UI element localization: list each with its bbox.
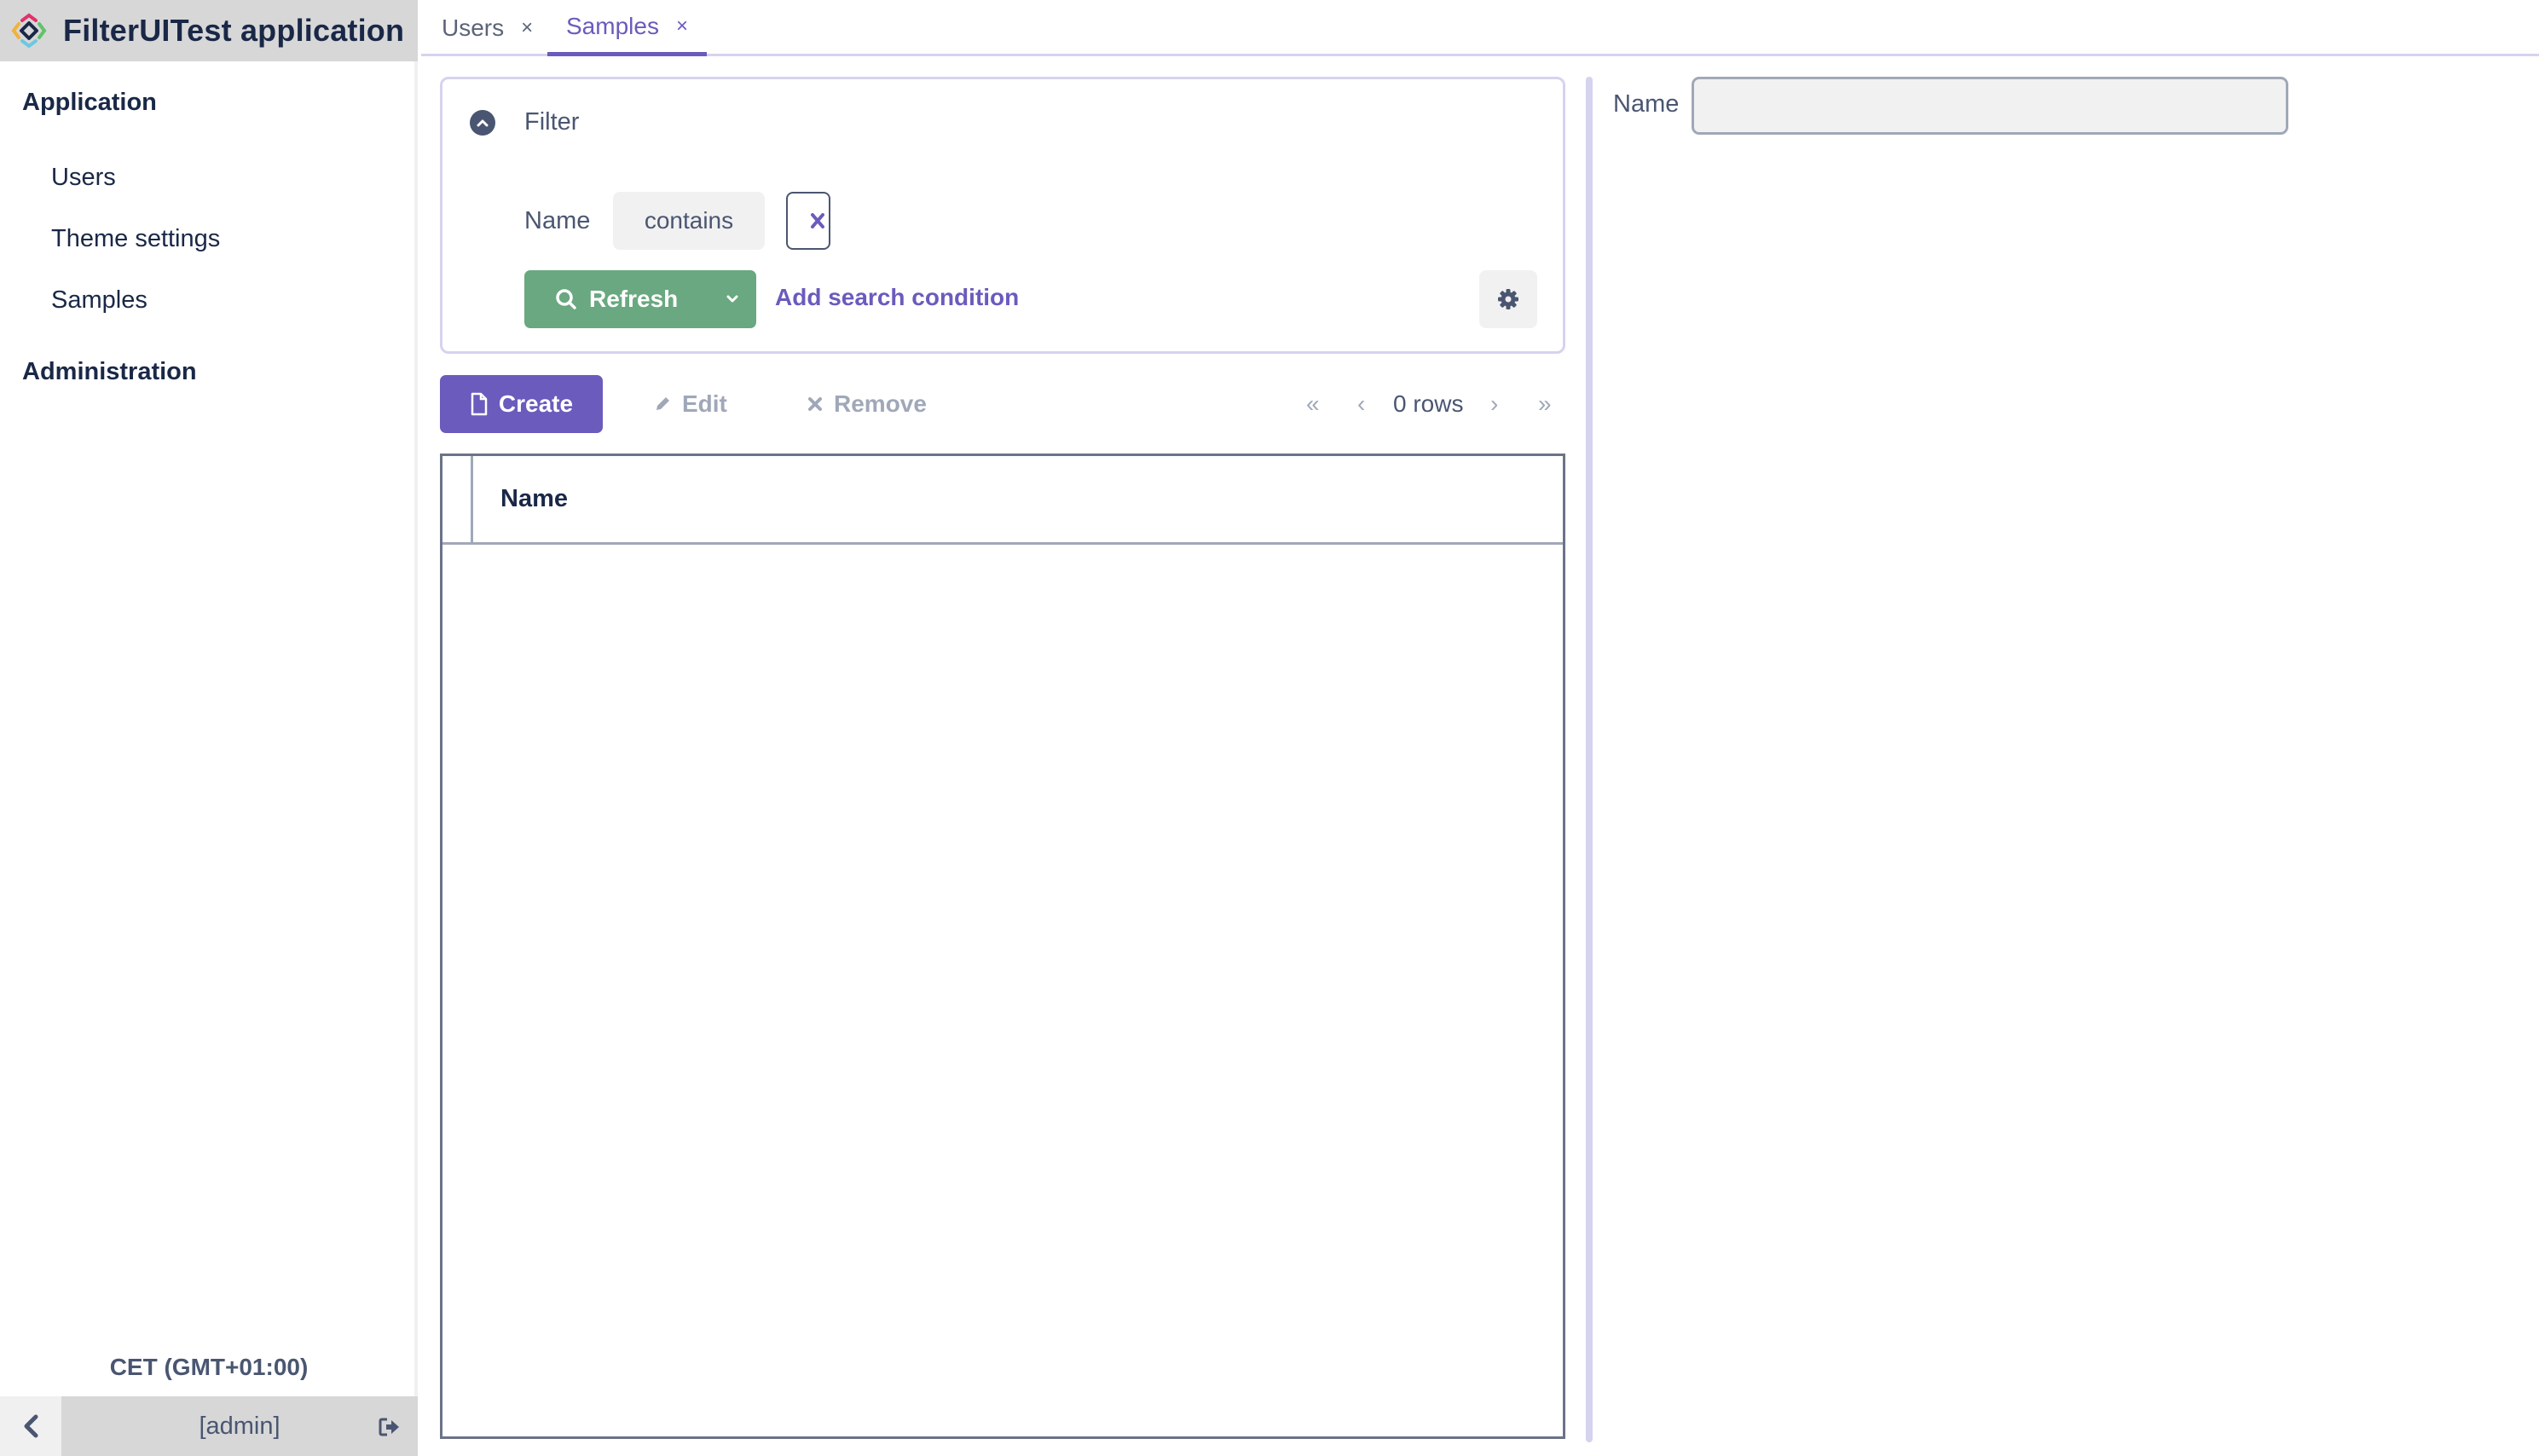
pagination: « ‹ 0 rows › »	[1296, 375, 1569, 433]
collapse-sidebar-button[interactable]	[0, 1396, 61, 1456]
tab-users[interactable]: Users ×	[442, 0, 533, 56]
remove-label: Remove	[834, 390, 927, 417]
nav-item-theme-settings[interactable]: Theme settings	[51, 225, 220, 253]
filter-title: Filter	[524, 108, 580, 136]
first-page-button[interactable]: «	[1306, 375, 1320, 433]
detail-name-input[interactable]	[1692, 77, 2288, 135]
refresh-button[interactable]: Refresh	[524, 270, 708, 328]
tab-bar: Users × Samples ×	[421, 0, 2539, 56]
file-icon	[471, 392, 488, 416]
filter-panel: Filter Name contains Refresh Add search …	[440, 77, 1565, 354]
chevron-down-icon	[726, 295, 737, 303]
close-tab-users-icon[interactable]: ×	[521, 16, 533, 40]
refresh-dropdown-button[interactable]	[708, 270, 756, 328]
condition-value-input[interactable]	[786, 192, 830, 250]
tab-samples[interactable]: Samples ×	[547, 0, 707, 56]
table-header: Name	[442, 456, 1563, 545]
next-page-button[interactable]: ›	[1490, 375, 1498, 433]
detail-name-label: Name	[1613, 90, 1680, 118]
split-panel-handle[interactable]	[1586, 77, 1593, 1442]
refresh-label: Refresh	[589, 286, 679, 312]
close-tab-samples-icon[interactable]: ×	[676, 14, 688, 38]
condition-property-label: Name	[524, 207, 591, 234]
create-button[interactable]: Create	[440, 375, 603, 433]
nav-group-administration[interactable]: Administration	[22, 358, 197, 386]
filter-settings-button[interactable]	[1479, 270, 1537, 328]
user-area: [admin]	[61, 1396, 418, 1456]
app-header: FilterUITest application	[0, 0, 418, 61]
last-page-button[interactable]: »	[1538, 375, 1552, 433]
pencil-icon	[656, 397, 669, 410]
refresh-button-group: Refresh	[524, 270, 756, 328]
nav-item-samples[interactable]: Samples	[51, 286, 147, 315]
chevron-up-icon	[477, 119, 489, 127]
create-label: Create	[498, 390, 574, 417]
tab-samples-label: Samples	[566, 12, 659, 39]
column-header-name[interactable]: Name	[500, 456, 568, 542]
user-name: [admin]	[199, 1412, 281, 1440]
condition-operator-button[interactable]: contains	[613, 192, 765, 250]
samples-table: Name	[440, 454, 1565, 1439]
timezone-label: CET (GMT+01:00)	[109, 1354, 309, 1380]
chevron-left-icon	[24, 1414, 38, 1438]
logout-icon[interactable]	[379, 1417, 401, 1437]
remove-button[interactable]: Remove	[807, 375, 927, 433]
search-icon	[556, 289, 576, 309]
app-title: FilterUITest application	[63, 13, 405, 48]
selection-column-header[interactable]	[442, 456, 473, 542]
prev-page-button[interactable]: ‹	[1357, 375, 1365, 433]
sidebar: FilterUITest application Application Use…	[0, 0, 418, 1456]
remove-icon	[808, 397, 822, 411]
add-search-condition-link[interactable]: Add search condition	[775, 284, 1019, 311]
gear-icon	[1498, 289, 1518, 309]
nav-group-application[interactable]: Application	[22, 89, 157, 117]
sidebar-footer: [admin]	[0, 1396, 418, 1456]
collapse-filter-button[interactable]	[470, 110, 495, 136]
clear-value-icon[interactable]	[810, 212, 825, 229]
edit-button[interactable]: Edit	[653, 375, 727, 433]
app-logo-icon	[11, 13, 47, 49]
edit-label: Edit	[682, 390, 727, 417]
nav-item-users[interactable]: Users	[51, 164, 116, 192]
rows-count[interactable]: 0 rows	[1393, 375, 1463, 433]
tab-users-label: Users	[442, 14, 505, 41]
